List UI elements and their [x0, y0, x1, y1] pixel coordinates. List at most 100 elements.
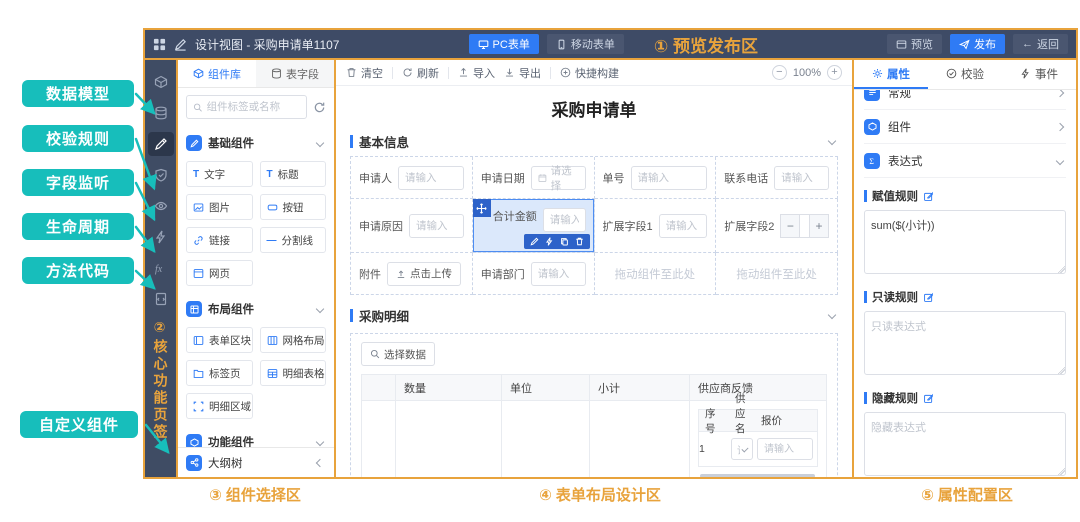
copy-icon[interactable]: [560, 237, 569, 246]
import-button[interactable]: 导入: [458, 65, 495, 81]
field-attachment[interactable]: 附件 点击上传: [351, 253, 473, 295]
stepper-plus-icon[interactable]: +: [809, 214, 829, 238]
section-purchase-detail[interactable]: 采购明细: [350, 303, 838, 327]
field-apply-reason[interactable]: 申请原因: [351, 199, 473, 253]
field-order-no[interactable]: 单号: [595, 157, 717, 199]
component-title[interactable]: T标题: [260, 161, 327, 187]
method-code-icon[interactable]: fx: [148, 256, 174, 280]
refresh-button[interactable]: 刷新: [402, 65, 439, 81]
readonly-rule-textarea[interactable]: [864, 311, 1066, 375]
form-design-surface[interactable]: 采购申请单 基本信息 申请人 申请日期: [336, 86, 852, 477]
design-icon[interactable]: [148, 132, 174, 156]
stepper-value[interactable]: [800, 214, 809, 238]
drop-zone[interactable]: 拖动组件至此处: [595, 253, 717, 295]
field-total-amount-selected[interactable]: 合计金额: [473, 199, 595, 253]
clear-button[interactable]: 清空: [346, 65, 383, 81]
custom-page-icon[interactable]: [148, 287, 174, 311]
component-grid-layout[interactable]: 网格布局: [260, 327, 327, 353]
quote-input[interactable]: [757, 438, 813, 460]
field-applicant[interactable]: 申请人: [351, 157, 473, 199]
form-title: 采购申请单: [350, 96, 838, 121]
section-function-components[interactable]: 功能组件: [186, 427, 326, 447]
collapse-icon[interactable]: [316, 458, 324, 466]
detail-cell-subtotal-selected[interactable]: [590, 401, 690, 477]
edit-icon[interactable]: [923, 292, 934, 303]
field-ext1[interactable]: 扩展字段1: [595, 199, 717, 253]
component-tabs[interactable]: 标签页: [186, 360, 253, 386]
components-icon[interactable]: [148, 70, 174, 94]
component-link[interactable]: 链接: [186, 227, 253, 253]
upload-button[interactable]: 点击上传: [387, 262, 461, 286]
search-input[interactable]: [207, 101, 300, 113]
drop-zone[interactable]: 拖动组件至此处: [716, 253, 838, 295]
lifecycle-icon[interactable]: [148, 225, 174, 249]
field-watch-icon[interactable]: [148, 194, 174, 218]
ext1-input[interactable]: [659, 214, 708, 238]
field-apply-date[interactable]: 申请日期 请选择: [473, 157, 595, 199]
detail-cell-quantity[interactable]: [396, 401, 502, 477]
delete-icon[interactable]: [575, 237, 584, 246]
applicant-input[interactable]: [398, 166, 464, 190]
preview-button[interactable]: 预览: [887, 34, 942, 54]
app-grid-icon[interactable]: [153, 38, 166, 51]
detail-table-block: 选择数据 数量 单位 小计 供应商反馈: [350, 333, 838, 477]
quick-build-icon: [560, 67, 571, 78]
apply-dept-input[interactable]: [531, 262, 586, 286]
refresh-icon[interactable]: [313, 101, 326, 114]
field-phone[interactable]: 联系电话: [716, 157, 838, 199]
pc-form-button[interactable]: PC表单: [469, 34, 539, 54]
section-basic-info[interactable]: 基本信息: [350, 129, 838, 153]
zoom-out-icon[interactable]: −: [772, 65, 787, 80]
tab-validation[interactable]: 校验: [928, 60, 1002, 89]
tab-properties[interactable]: 属性: [854, 60, 928, 89]
button-icon: [267, 202, 278, 213]
detail-cell-unit[interactable]: [502, 401, 590, 477]
lightning-icon[interactable]: [545, 237, 554, 246]
hidden-rule-textarea[interactable]: [864, 412, 1066, 476]
field-apply-dept[interactable]: 申请部门: [473, 253, 595, 295]
tab-events[interactable]: 事件: [1002, 60, 1076, 89]
validation-icon[interactable]: [148, 163, 174, 187]
edit-icon[interactable]: [923, 191, 934, 202]
paper-plane-icon: [959, 39, 970, 50]
data-model-icon[interactable]: [148, 101, 174, 125]
component-detail-region[interactable]: 明细区域: [186, 393, 253, 419]
move-handle-icon[interactable]: [473, 199, 491, 217]
field-ext2[interactable]: 扩展字段2 − +: [716, 199, 838, 253]
section-expression[interactable]: Σ 表达式: [864, 144, 1066, 178]
order-no-input[interactable]: [631, 166, 708, 190]
edit-icon[interactable]: [923, 393, 934, 404]
date-picker[interactable]: 请选择: [531, 166, 586, 190]
component-form-block[interactable]: 表单区块: [186, 327, 253, 353]
assign-rule-textarea[interactable]: sum($(小计)): [864, 210, 1066, 274]
section-general[interactable]: 常规: [864, 90, 1066, 110]
publish-button[interactable]: 发布: [950, 34, 1005, 54]
tab-component-library[interactable]: 组件库: [178, 60, 256, 87]
component-text[interactable]: T文字: [186, 161, 253, 187]
component-webpage[interactable]: 网页: [186, 260, 253, 286]
edit-icon[interactable]: [530, 237, 539, 246]
mobile-form-button[interactable]: 移动表单: [547, 34, 624, 54]
back-button[interactable]: ← 返回: [1013, 34, 1068, 54]
component-divider[interactable]: —分割线: [260, 227, 327, 253]
export-button[interactable]: 导出: [504, 65, 541, 81]
phone-input[interactable]: [774, 166, 829, 190]
stepper-minus-icon[interactable]: −: [780, 214, 800, 238]
outline-tree-bar[interactable]: 大纲树: [178, 447, 334, 477]
zoom-in-icon[interactable]: +: [827, 65, 842, 80]
supplier-select[interactable]: 请选择: [731, 438, 753, 460]
select-data-button[interactable]: 选择数据: [361, 342, 435, 366]
apply-reason-input[interactable]: [409, 214, 464, 238]
component-search[interactable]: [186, 95, 307, 119]
section-layout-components[interactable]: 布局组件: [186, 294, 326, 324]
total-amount-input[interactable]: [543, 208, 586, 232]
section-component[interactable]: 组件: [864, 110, 1066, 144]
quick-build-button[interactable]: 快捷构建: [560, 65, 619, 81]
section-basic-components[interactable]: 基础组件: [186, 128, 326, 158]
sigma-icon: Σ: [864, 153, 880, 169]
component-button[interactable]: 按钮: [260, 194, 327, 220]
component-detail-table[interactable]: 明细表格: [260, 360, 327, 386]
tab-table-fields[interactable]: 表字段: [256, 60, 334, 87]
component-image[interactable]: 图片: [186, 194, 253, 220]
horizontal-scrollbar[interactable]: [700, 474, 815, 477]
